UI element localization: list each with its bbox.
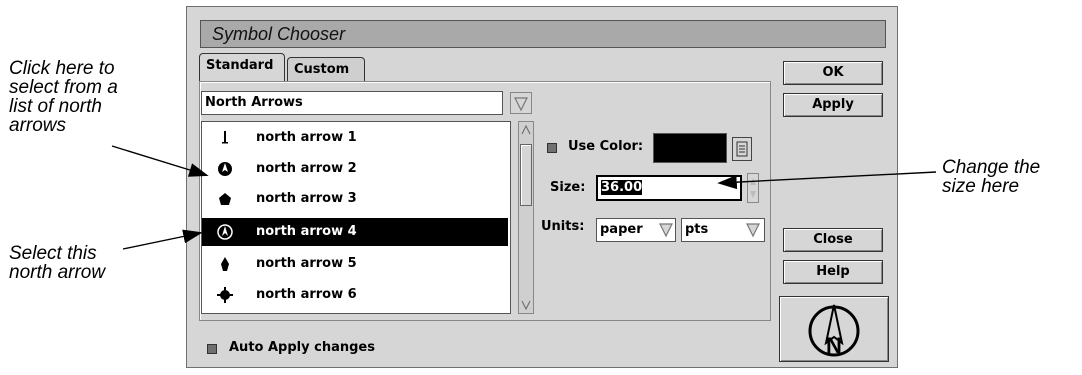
scroll-down-icon[interactable] <box>520 298 532 312</box>
callout-arrow-list: Click here to select from a list of nort… <box>9 59 118 135</box>
title-bar: Symbol Chooser <box>200 20 886 48</box>
use-color-checkbox[interactable] <box>547 143 557 153</box>
dropdown-value: North Arrows <box>205 95 303 110</box>
use-color-label: Use Color: <box>568 139 644 154</box>
tab-custom[interactable]: Custom <box>287 57 365 81</box>
list-item[interactable]: north arrow 3 <box>202 185 508 213</box>
list-item-label: north arrow 5 <box>256 256 357 271</box>
callout-line: arrows <box>9 115 67 136</box>
units-label: Units: <box>541 219 585 234</box>
symbol-list[interactable]: north arrow 1 north arrow 2 north arrow … <box>201 121 511 314</box>
apply-button-label: Apply <box>812 97 854 112</box>
dropdown-chevron-icon[interactable] <box>510 92 532 114</box>
help-button-label: Help <box>816 264 850 279</box>
north-arrow-2-icon <box>218 162 232 176</box>
units-type-chevron-icon[interactable] <box>656 219 676 241</box>
size-input[interactable]: 36.00 <box>596 175 742 201</box>
scroll-thumb[interactable] <box>520 144 532 206</box>
callout-line: Click here to <box>9 58 115 79</box>
units-measure-chevron-icon[interactable] <box>743 219 763 241</box>
callout-change-size: Change the size here <box>942 158 1040 196</box>
close-button[interactable]: Close <box>783 228 883 252</box>
callout-line: Select this <box>9 243 97 264</box>
units-measure-value: pts <box>685 222 709 237</box>
size-label: Size: <box>550 180 586 195</box>
svg-text:N: N <box>826 333 842 358</box>
callout-line: north arrow <box>9 262 106 283</box>
scroll-up-icon[interactable] <box>520 123 532 137</box>
ok-button-label: OK <box>822 65 844 80</box>
callout-line: size here <box>942 176 1020 197</box>
dialog-title: Symbol Chooser <box>212 24 346 44</box>
list-item[interactable]: north arrow 2 <box>202 155 508 183</box>
ok-button[interactable]: OK <box>783 61 883 85</box>
units-type-value: paper <box>600 222 643 237</box>
list-item-selected[interactable]: north arrow 4 <box>202 218 508 246</box>
north-arrow-3-icon <box>219 193 231 205</box>
spinner-arrows-icon <box>750 178 756 198</box>
north-arrow-4-icon <box>217 224 233 240</box>
north-arrow-compass-icon: N <box>808 304 860 358</box>
help-button[interactable]: Help <box>783 260 883 284</box>
symbol-category-dropdown[interactable]: North Arrows <box>201 91 503 115</box>
list-item-label: north arrow 1 <box>256 130 357 145</box>
tab-standard-label: Standard <box>206 58 274 73</box>
tab-standard[interactable]: Standard <box>199 53 285 81</box>
callout-line: list of north <box>9 96 102 117</box>
list-item-label: north arrow 3 <box>256 191 357 206</box>
list-item-label: north arrow 6 <box>256 287 357 302</box>
list-icon <box>736 141 748 157</box>
north-arrow-6-icon <box>217 287 233 303</box>
tab-custom-label: Custom <box>294 62 350 77</box>
symbol-preview: N <box>779 296 889 362</box>
north-arrow-5-icon <box>221 257 229 271</box>
list-item-label: north arrow 2 <box>256 161 357 176</box>
callout-line: select from a <box>9 77 118 98</box>
north-arrow-1-icon <box>222 131 228 144</box>
auto-apply-label: Auto Apply changes <box>229 340 375 355</box>
size-value: 36.00 <box>601 180 643 195</box>
symbol-list-scrollbar[interactable] <box>518 121 534 314</box>
color-picker-button[interactable] <box>732 137 752 161</box>
list-item[interactable]: north arrow 1 <box>202 124 508 152</box>
list-item[interactable]: north arrow 6 <box>202 281 508 309</box>
size-spinner[interactable] <box>747 173 759 203</box>
apply-button[interactable]: Apply <box>783 93 883 117</box>
callout-select-arrow: Select this north arrow <box>9 244 105 282</box>
callout-line: Change the <box>942 157 1041 178</box>
auto-apply-checkbox[interactable] <box>207 344 217 354</box>
list-item-label: north arrow 4 <box>256 224 357 239</box>
color-swatch[interactable] <box>653 133 727 163</box>
close-button-label: Close <box>813 232 853 247</box>
list-item[interactable]: north arrow 5 <box>202 250 508 278</box>
